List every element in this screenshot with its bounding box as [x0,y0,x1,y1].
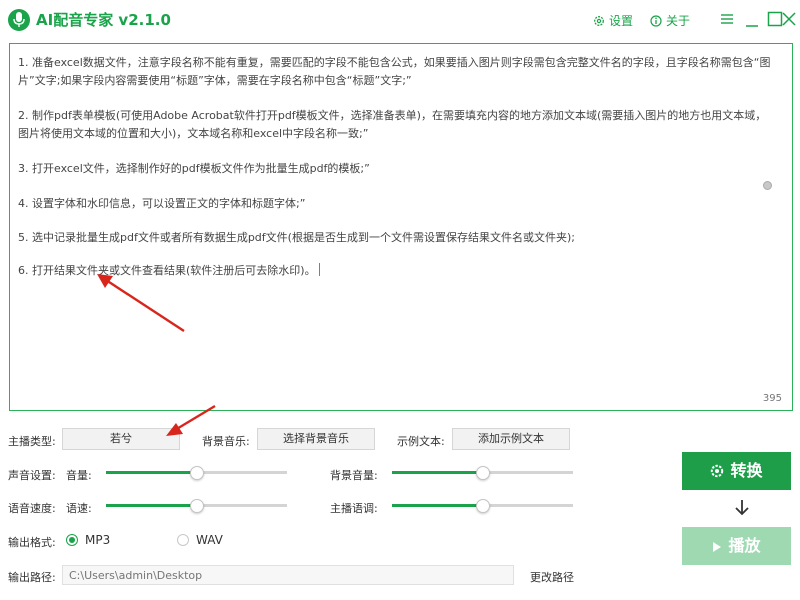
minimize-icon [746,25,758,27]
editor-line: 1. 准备excel数据文件，注意字段名称不能有重复，需要匹配的字段不能包含公式… [18,56,771,69]
bg-volume-label: 背景音量: [330,469,378,482]
editor-line: 5. 选中记录批量生成pdf文件或者所有数据生成pdf文件(根据是否生成到一个文… [18,231,575,244]
output-path-input[interactable] [62,565,514,585]
about-button[interactable]: 关于 [650,12,690,29]
slider-fill [392,471,483,474]
slider-fill [392,504,483,507]
editor-line: 2. 制作pdf表单模板(可使用Adobe Acrobat软件打开pdf模板文件… [18,109,767,122]
convert-label: 转换 [730,461,763,480]
output-path-label: 输出路径: [8,571,56,584]
menu-button[interactable] [716,8,738,30]
bg-volume-slider[interactable] [392,466,573,480]
convert-gear-icon [711,464,724,478]
editor-line: 6. 打开结果文件夹或文件查看结果(软件注册后可去除水印)。 [18,264,316,277]
down-arrow-icon [735,500,749,516]
format-mp3-label[interactable]: MP3 [85,533,110,547]
text-caret [318,263,320,276]
char-count: 395 [762,393,782,404]
slider-thumb[interactable] [189,499,204,513]
volume-slider[interactable] [106,466,287,480]
add-sample-text-button[interactable]: 添加示例文本 [452,428,570,450]
settings-button[interactable]: 设置 [593,12,633,29]
slider-thumb[interactable] [475,499,490,513]
output-format-label: 输出格式: [8,536,56,549]
sample-text-label: 示例文本: [397,435,445,448]
app-title: AI配音专家 v2.1.0 [36,11,171,29]
play-icon [713,542,722,552]
title-bar: AI配音专家 v2.1.0 设置 关于 [0,0,800,40]
editor-line: 片”文字;如果字段内容需要使用“标题”字体，需要在字段名称中包含“标题”文字;” [18,74,412,87]
text-editor[interactable]: 1. 准备excel数据文件，注意字段名称不能有重复，需要匹配的字段不能包含公式… [9,43,793,411]
speed-slider[interactable] [106,499,287,513]
slider-thumb[interactable] [475,466,490,480]
editor-line: 4. 设置字体和水印信息，可以设置正文的字体和标题字体;” [18,197,306,210]
settings-label: 设置 [609,14,634,28]
format-wav-label[interactable]: WAV [196,533,223,547]
change-path-button[interactable]: 更改路径 [530,569,574,585]
tone-label: 主播语调: [330,502,378,515]
anchor-type-select[interactable]: 若兮 [62,428,180,450]
about-label: 关于 [666,14,691,28]
sound-settings-label: 声音设置: [8,469,56,482]
play-label: 播放 [728,536,761,555]
editor-line-last: 6. 打开结果文件夹或文件查看结果(软件注册后可去除水印)。 [18,262,320,280]
select-bg-music-button[interactable]: 选择背景音乐 [257,428,375,450]
minimize-button[interactable] [741,8,763,30]
volume-label: 音量: [66,469,92,482]
play-button[interactable]: 播放 [682,527,791,565]
anchor-type-label: 主播类型: [8,435,56,448]
tone-slider[interactable] [392,499,573,513]
bg-music-label: 背景音乐: [202,435,250,448]
format-wav-radio[interactable] [177,534,189,546]
editor-line: 3. 打开excel文件，选择制作好的pdf模板文件作为批量生成pdf的模板;” [18,162,370,175]
info-icon [650,15,662,27]
close-button[interactable] [778,8,800,30]
editor-line: 图片将使用文本域的位置和大小)，文本域名称和excel中字段名称一致;” [18,127,369,140]
slider-fill [106,504,197,507]
close-icon [782,12,796,26]
format-mp3-radio[interactable] [66,534,78,546]
gear-icon [594,16,604,26]
slider-thumb[interactable] [189,466,204,480]
speech-speed-label: 语音速度: [8,502,56,515]
scroll-indicator[interactable] [763,181,772,190]
slider-fill [106,471,197,474]
microphone-logo-icon [8,9,30,31]
speed-label: 语速: [66,502,92,515]
menu-icon [721,14,733,24]
convert-button[interactable]: 转换 [682,452,791,490]
